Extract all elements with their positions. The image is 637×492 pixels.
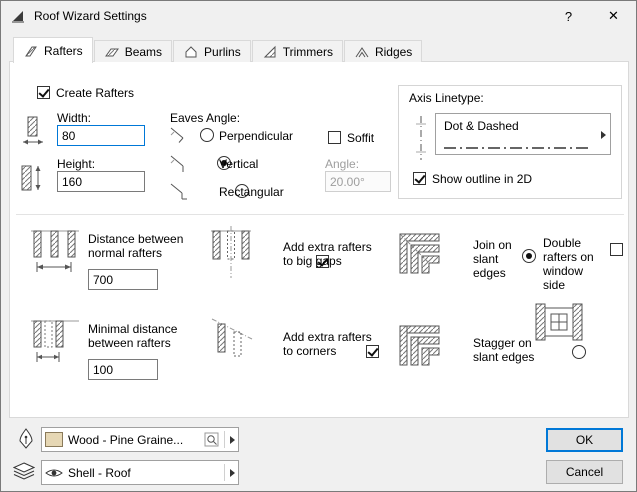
tab-label: Ridges (375, 45, 412, 59)
axis-linetype-icon (411, 114, 431, 165)
eaves-angle-label: Eaves Angle: (170, 111, 240, 125)
close-button[interactable]: ✕ (591, 1, 636, 31)
layer-value: Shell - Roof (68, 466, 219, 480)
angle-input (325, 171, 391, 192)
axis-linetype-group: Axis Linetype: Dot & Dashed Show outline… (398, 85, 622, 199)
linetype-combo[interactable]: Dot & Dashed (435, 113, 611, 155)
tab-ridges[interactable]: Ridges (344, 40, 422, 62)
eaves-perpendicular-icon (168, 124, 190, 149)
browse-surfaces-icon[interactable] (204, 432, 219, 447)
width-input[interactable] (57, 125, 145, 146)
surface-pen-icon (17, 427, 35, 454)
extra-big-gaps-label: Add extra rafters to big gaps (283, 240, 375, 268)
layer-combo[interactable]: Shell - Roof (41, 460, 239, 485)
extra-rafters-big-gaps-icon (210, 226, 252, 283)
show-outline-checkbox[interactable] (413, 172, 426, 185)
distance-normal-input[interactable] (88, 269, 158, 290)
surface-combo[interactable]: Wood - Pine Graine... (41, 427, 239, 452)
ridges-icon (354, 45, 370, 59)
minimal-distance-icon (30, 318, 80, 369)
extra-corners-label: Add extra rafters to corners (283, 330, 375, 358)
tab-rafters[interactable]: Rafters (13, 37, 93, 63)
stagger-slant-edges-icon (398, 324, 444, 369)
distance-normal-label: Distance between normal rafters (88, 232, 218, 260)
rafters-panel: Create Rafters Width: Height: Eaves Angl… (9, 61, 629, 418)
surface-swatch (45, 432, 63, 447)
create-rafters-checkbox[interactable] (37, 86, 50, 99)
height-label: Height: (57, 157, 95, 171)
stagger-slant-label: Stagger on slant edges (473, 336, 545, 364)
tab-label: Rafters (44, 44, 83, 58)
eaves-perpendicular-radio[interactable] (200, 128, 214, 142)
height-input[interactable] (57, 171, 145, 192)
tab-purlins[interactable]: Purlins (173, 40, 251, 62)
tab-label: Purlins (204, 45, 241, 59)
stagger-slant-radio[interactable] (572, 345, 586, 359)
tab-label: Beams (125, 45, 162, 59)
rafter-height-icon (20, 162, 46, 197)
beams-icon (104, 45, 120, 59)
layers-icon (13, 462, 35, 484)
extra-rafters-corners-icon (210, 316, 254, 365)
layer-combo-arrow-icon (230, 469, 235, 477)
join-slant-edges-icon (398, 232, 444, 277)
window-title: Roof Wizard Settings (34, 9, 147, 23)
roof-wizard-app-icon (10, 8, 26, 24)
titlebar[interactable]: Roof Wizard Settings ? ✕ (1, 1, 636, 31)
eaves-vertical-label: Vertical (219, 157, 258, 171)
tab-beams[interactable]: Beams (94, 40, 172, 62)
soffit-checkbox[interactable] (328, 131, 341, 144)
create-rafters-row: Create Rafters (37, 86, 134, 100)
linetype-combo-arrow-icon (601, 131, 606, 139)
eaves-perpendicular-label: Perpendicular (219, 129, 293, 143)
rafter-width-icon (20, 116, 46, 151)
eaves-rectangular-icon (168, 180, 190, 205)
minimal-distance-label: Minimal distance between rafters (88, 322, 218, 350)
cancel-button[interactable]: Cancel (546, 460, 623, 484)
minimal-distance-input[interactable] (88, 359, 158, 380)
double-rafters-checkbox[interactable] (610, 243, 623, 256)
tabstrip: Rafters Beams Purlins Trimmers Ridges (13, 37, 423, 62)
help-button[interactable]: ? (546, 1, 591, 31)
width-label: Width: (57, 111, 91, 125)
eaves-vertical-icon (168, 152, 190, 177)
linetype-preview (444, 140, 592, 154)
eye-icon (45, 467, 63, 479)
titlebar-buttons: ? ✕ (546, 1, 636, 31)
roof-wizard-dialog: Roof Wizard Settings ? ✕ Rafters Beams P… (0, 0, 637, 492)
trimmers-icon (262, 45, 278, 59)
purlins-icon (183, 45, 199, 59)
combo-divider (224, 464, 225, 481)
tab-label: Trimmers (283, 45, 333, 59)
join-slant-label: Join on slant edges (473, 238, 527, 280)
surface-combo-arrow-icon (230, 436, 235, 444)
soffit-row: Soffit (328, 131, 374, 145)
eaves-rectangular-label: Rectangular (219, 185, 284, 199)
soffit-label: Soffit (347, 131, 374, 145)
double-rafters-label: Double rafters on window side (543, 236, 605, 292)
linetype-value: Dot & Dashed (444, 119, 519, 133)
show-outline-row: Show outline in 2D (413, 172, 532, 186)
create-rafters-label: Create Rafters (56, 86, 134, 100)
distance-normal-rafters-icon (30, 228, 80, 279)
show-outline-label: Show outline in 2D (432, 172, 532, 186)
tab-trimmers[interactable]: Trimmers (252, 40, 343, 62)
angle-label: Angle: (325, 157, 359, 171)
combo-divider (224, 431, 225, 448)
ok-button[interactable]: OK (546, 428, 623, 452)
rafters-icon (23, 44, 39, 58)
surface-value: Wood - Pine Graine... (68, 433, 199, 447)
separator (16, 214, 624, 215)
axis-linetype-label: Axis Linetype: (409, 91, 484, 105)
